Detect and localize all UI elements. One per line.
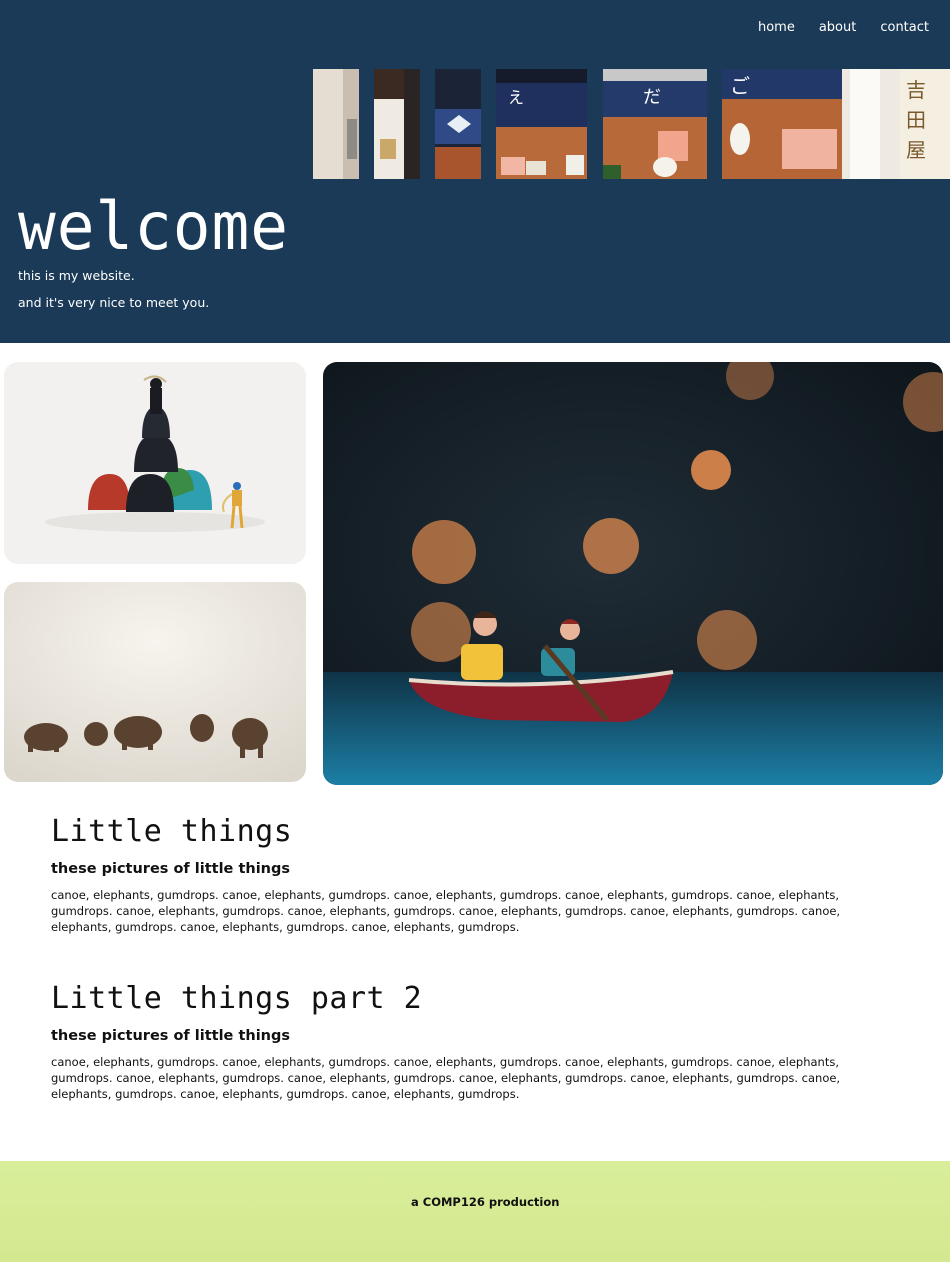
nav-home-link[interactable]: home [758,20,795,35]
footer: a COMP126 production [0,1161,950,1262]
hero-intro-line-1: this is my website. [18,268,135,283]
section-title: Little things [51,814,293,849]
section-little-things-part-2: Little things part 2 these pictures of l… [51,981,901,1102]
footer-credit: a COMP126 production [411,1195,560,1209]
section-subtitle: these pictures of little things [51,1028,290,1044]
svg-text:ご: ご [730,74,750,98]
strip-slice-5: だ [603,69,707,179]
canoe-photo [323,362,943,785]
strip-slice-2 [374,69,420,179]
svg-text:屋: 屋 [906,138,926,162]
elephants-photo [4,582,306,782]
section-title: Little things part 2 [51,981,423,1016]
hero-intro-line-2: and it's very nice to meet you. [18,295,210,310]
nav-contact-link[interactable]: contact [880,20,929,35]
section-body: canoe, elephants, gumdrops. canoe, eleph… [51,1055,841,1101]
gumdrops-photo [4,362,306,564]
section-little-things: Little things these pictures of little t… [51,814,901,935]
section-body: canoe, elephants, gumdrops. canoe, eleph… [51,888,841,934]
svg-text:吉: 吉 [906,78,926,102]
strip-slice-6: ご 吉田屋 [722,69,950,179]
welcome-heading: welcome [18,188,289,265]
section-subtitle: these pictures of little things [51,861,290,877]
hero-banner: home about contact え だ ご 吉田屋 welcome this… [0,0,950,343]
hero-photo-strip: え だ ご 吉田屋 [313,69,950,179]
strip-slice-1 [313,69,359,179]
strip-slice-3 [435,69,481,179]
main-nav: home about contact [758,20,929,35]
svg-text:だ: だ [643,87,661,108]
svg-text:田: 田 [906,108,926,132]
strip-slice-4: え [496,69,587,179]
svg-text:え: え [508,88,524,107]
nav-about-link[interactable]: about [819,20,857,35]
